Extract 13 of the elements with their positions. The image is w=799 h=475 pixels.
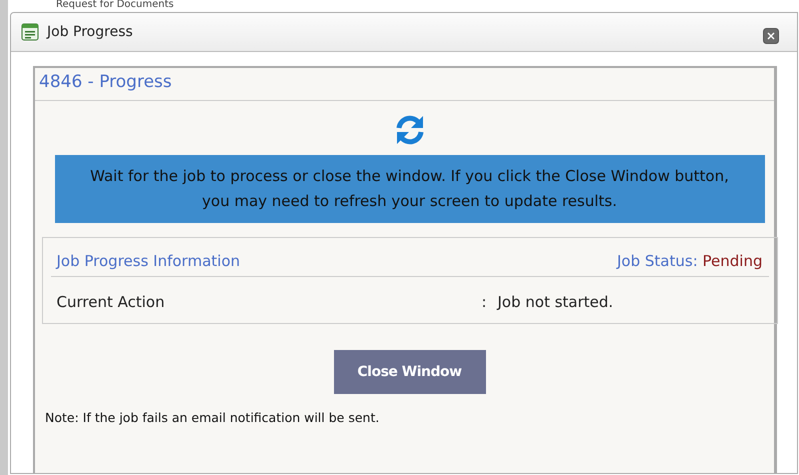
panel-title: 4846 - Progress [35,68,774,101]
status-value: Pending [702,252,762,270]
section-title: Job Progress Information [56,252,240,270]
status-label: Job Status: [617,252,698,270]
row-label: Current Action [56,293,166,311]
row-separator: : [482,293,488,311]
close-window-button[interactable]: Close Window [334,350,486,394]
document-window-icon [21,23,39,41]
row-value: Job not started. [498,293,614,311]
close-icon[interactable] [763,28,779,44]
info-message: Wait for the job to process or close the window. If you click the Close Window button, you may need to refresh your screen to update results. [54,155,764,223]
note-text: Note: If the job fails an email notification will be sent. [45,410,380,425]
window-title: Job Progress [47,24,134,40]
